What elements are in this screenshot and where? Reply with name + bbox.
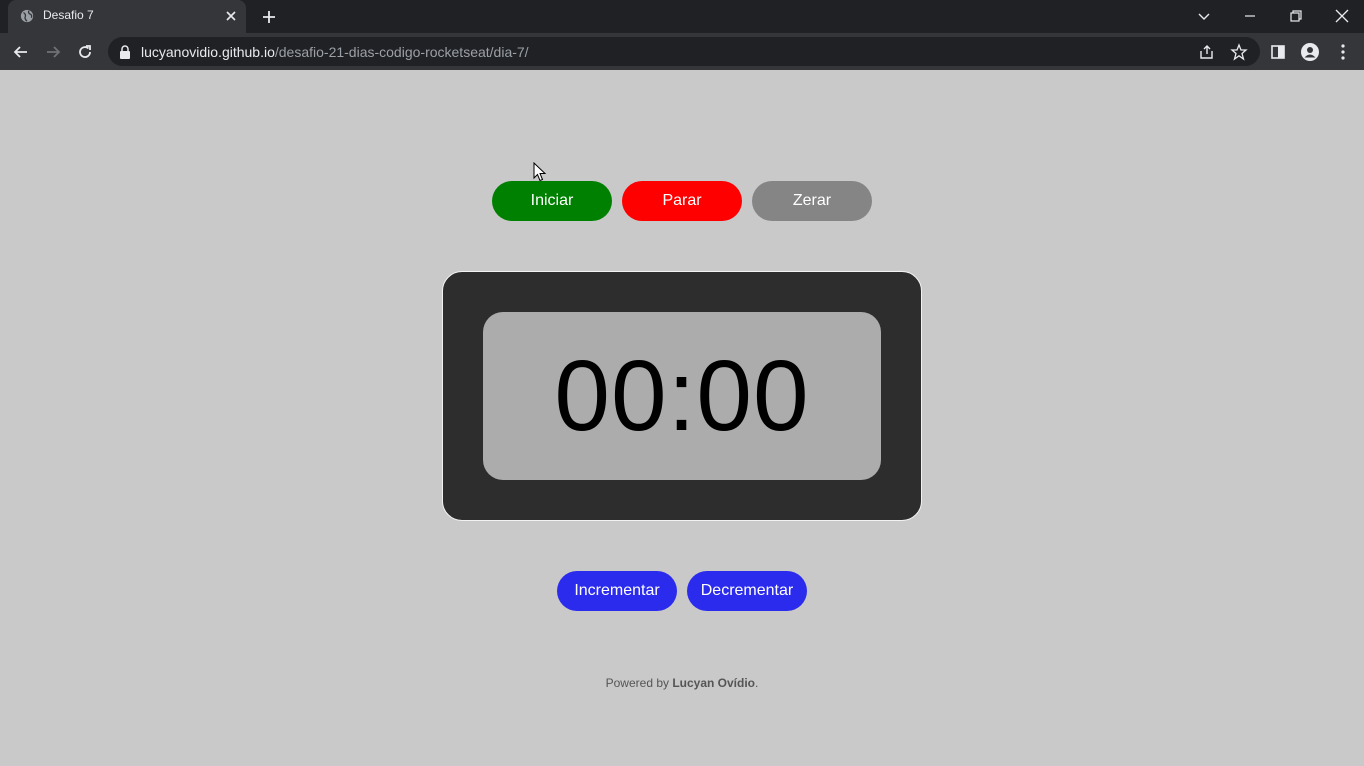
stop-button[interactable]: Parar <box>622 181 742 221</box>
menu-kebab-icon[interactable] <box>1333 42 1353 62</box>
tab-search-chevron-icon[interactable] <box>1194 6 1214 26</box>
browser-toolbar: lucyanovidio.github.io/desafio-21-dias-c… <box>0 33 1364 70</box>
tab-title: Desafio 7 <box>43 8 94 22</box>
share-icon[interactable] <box>1198 43 1216 61</box>
reset-button[interactable]: Zerar <box>752 181 872 221</box>
timer-frame: 00:00 <box>442 271 922 521</box>
window-close-icon[interactable] <box>1332 6 1352 26</box>
page-content: Iniciar Parar Zerar 00:00 Incrementar De… <box>0 70 1364 766</box>
start-button[interactable]: Iniciar <box>492 181 612 221</box>
profile-avatar-icon[interactable] <box>1300 42 1320 62</box>
bookmark-star-icon[interactable] <box>1230 43 1248 61</box>
increment-button[interactable]: Incrementar <box>557 571 677 611</box>
timer-display: 00:00 <box>554 339 810 452</box>
new-tab-icon[interactable] <box>260 8 278 26</box>
mouse-cursor-icon <box>533 162 547 182</box>
url-path: /desafio-21-dias-codigo-rocketseat/dia-7… <box>274 44 529 60</box>
browser-tabstrip: Desafio 7 <box>0 0 1364 33</box>
back-arrow-icon[interactable] <box>11 42 31 62</box>
footer-prefix: Powered by <box>605 676 673 690</box>
timer-screen: 00:00 <box>483 312 881 480</box>
globe-icon <box>20 9 34 23</box>
address-bar[interactable]: lucyanovidio.github.io/desafio-21-dias-c… <box>108 37 1260 66</box>
url-text[interactable]: lucyanovidio.github.io/desafio-21-dias-c… <box>141 44 529 60</box>
decrement-button[interactable]: Decrementar <box>687 571 807 611</box>
lock-icon[interactable] <box>119 45 131 59</box>
close-icon[interactable] <box>224 9 238 23</box>
footer-credit: Powered by Lucyan Ovídio. <box>0 676 1364 690</box>
footer-author-link[interactable]: Lucyan Ovídio <box>672 676 755 690</box>
forward-arrow-icon[interactable] <box>43 42 63 62</box>
minimize-icon[interactable] <box>1240 6 1260 26</box>
url-host: lucyanovidio.github.io <box>141 44 275 60</box>
browser-tab[interactable]: Desafio 7 <box>8 0 246 33</box>
restore-icon[interactable] <box>1286 6 1306 26</box>
side-panel-icon[interactable] <box>1268 42 1288 62</box>
footer-suffix: . <box>755 676 759 690</box>
reload-icon[interactable] <box>75 42 95 62</box>
